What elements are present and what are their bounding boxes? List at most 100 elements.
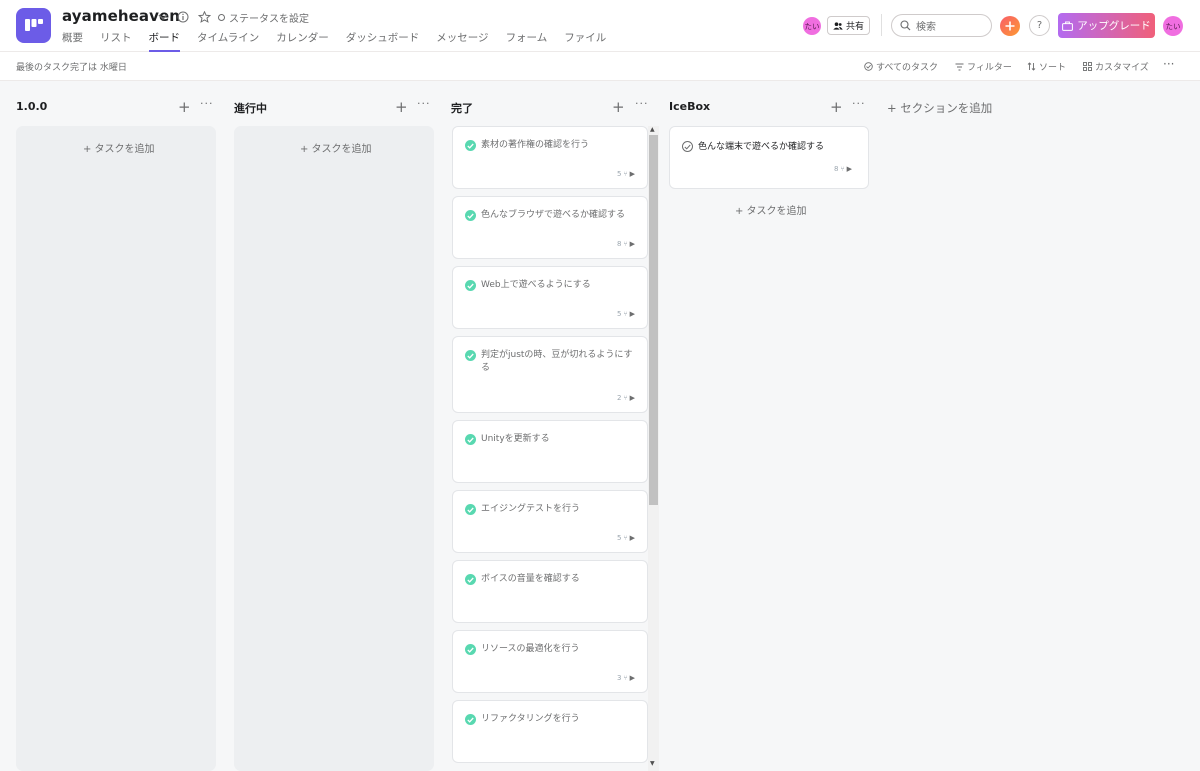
tab-board[interactable]: ボード	[148, 30, 180, 52]
completed-check-icon[interactable]	[465, 714, 476, 725]
tab-calendar[interactable]: カレンダー	[276, 30, 329, 51]
task-title: リソースの最適化を行う	[481, 644, 580, 654]
task-title: 色んな端末で遊べるか確認する	[698, 142, 825, 152]
user-avatar[interactable]: たい	[1163, 16, 1183, 36]
completed-check-icon[interactable]	[465, 280, 476, 291]
search-placeholder: 検索	[916, 22, 936, 33]
column-more-icon[interactable]: ···	[417, 97, 431, 110]
column-title-1-0-0[interactable]: 1.0.0	[16, 100, 47, 116]
subtask-count[interactable]: 5 ⑂ ▶	[617, 170, 635, 178]
customize-icon	[1083, 62, 1092, 71]
tab-forms[interactable]: フォーム	[506, 30, 548, 51]
filter-label: フィルター	[967, 63, 1012, 73]
project-logo-icon[interactable]	[16, 8, 51, 43]
sort-label: ソート	[1039, 63, 1067, 73]
column-add-task-icon[interactable]: +	[395, 98, 408, 116]
completed-check-icon[interactable]	[465, 350, 476, 361]
filter-button[interactable]: フィルター	[955, 60, 1012, 73]
task-card[interactable]: 色んな端末で遊べるか確認する 8 ⑂ ▶	[669, 126, 869, 189]
task-card[interactable]: Unityを更新する	[452, 420, 648, 483]
task-title: Web上で遊べるようにする	[481, 280, 591, 290]
task-title: 判定がjustの時、豆が切れるようにする	[481, 350, 633, 373]
column-more-icon[interactable]: ···	[200, 97, 214, 110]
completed-check-icon[interactable]	[465, 140, 476, 151]
tab-files[interactable]: ファイル	[564, 30, 606, 51]
subtask-count[interactable]: 8 ⑂ ▶	[834, 165, 852, 173]
customize-button[interactable]: カスタマイズ	[1083, 60, 1149, 73]
column-add-task-icon[interactable]: +	[178, 98, 191, 116]
quick-add-button[interactable]	[1000, 16, 1020, 36]
project-tabs: 概要 リスト ボード タイムライン カレンダー ダッシュボード メッセージ フォ…	[62, 30, 623, 52]
subtask-count[interactable]: 8 ⑂ ▶	[617, 240, 635, 248]
all-tasks-button[interactable]: すべてのタスク	[864, 60, 938, 73]
task-card[interactable]: リソースの最適化を行う 3 ⑂ ▶	[452, 630, 648, 693]
subtask-count-value: 3	[616, 674, 622, 682]
task-title: Unityを更新する	[481, 434, 550, 444]
task-card[interactable]: 色んなブラウザで遊べるか確認する 8 ⑂ ▶	[452, 196, 648, 259]
completed-check-icon[interactable]	[465, 644, 476, 655]
expand-triangle-icon: ▶	[846, 165, 852, 173]
subtask-count[interactable]: 2 ⑂ ▶	[617, 394, 635, 402]
search-input[interactable]: 検索	[891, 14, 992, 37]
column-body-in-progress: + タスクを追加	[234, 126, 434, 771]
tab-timeline[interactable]: タイムライン	[197, 30, 259, 51]
subtask-icon: ⑂	[840, 165, 845, 173]
info-icon[interactable]	[175, 9, 191, 25]
sort-button[interactable]: ソート	[1027, 60, 1066, 73]
completed-check-icon[interactable]	[465, 504, 476, 515]
subtask-icon: ⑂	[623, 394, 628, 402]
member-avatar[interactable]: たい	[803, 17, 821, 35]
task-card[interactable]: エイジングテストを行う 5 ⑂ ▶	[452, 490, 648, 553]
add-task-button[interactable]: + タスクを追加	[83, 140, 155, 155]
expand-triangle-icon: ▶	[629, 534, 635, 542]
subtask-count[interactable]: 3 ⑂ ▶	[617, 674, 635, 682]
last-completed-text: 最後のタスク完了は 水曜日	[16, 63, 127, 73]
expand-triangle-icon: ▶	[629, 240, 635, 248]
task-card[interactable]: 素材の著作権の確認を行う 5 ⑂ ▶	[452, 126, 648, 189]
column-title-icebox[interactable]: IceBox	[669, 100, 710, 116]
completed-check-icon[interactable]	[465, 210, 476, 221]
set-status-button[interactable]: ステータスを設定	[218, 10, 309, 25]
column-add-task-icon[interactable]: +	[612, 98, 625, 116]
scroll-down-arrow-icon[interactable]: ▼	[650, 760, 655, 767]
column-body-1-0-0: + タスクを追加	[16, 126, 216, 771]
header-divider	[881, 14, 882, 36]
task-card[interactable]: ボイスの音量を確認する	[452, 560, 648, 623]
task-title: ボイスの音量を確認する	[481, 574, 580, 584]
share-button[interactable]: 共有	[827, 16, 871, 35]
star-icon[interactable]	[196, 9, 212, 25]
subtask-count[interactable]: 5 ⑂ ▶	[617, 310, 635, 318]
task-card[interactable]: リファクタリングを行う	[452, 700, 648, 763]
task-card[interactable]: Web上で遊べるようにする 5 ⑂ ▶	[452, 266, 648, 329]
customize-label: カスタマイズ	[1095, 63, 1149, 73]
subtask-count-value: 8	[833, 165, 839, 173]
column-more-icon[interactable]: ···	[635, 97, 649, 110]
toolbar-more-button[interactable]: ···	[1163, 57, 1174, 71]
column-more-icon[interactable]: ···	[852, 97, 866, 110]
column-add-task-icon[interactable]: +	[830, 98, 843, 116]
add-section-button[interactable]: + セクションを追加	[887, 100, 992, 116]
chevron-down-icon[interactable]	[155, 9, 171, 25]
help-button[interactable]: ?	[1029, 15, 1050, 36]
completed-check-icon[interactable]	[465, 574, 476, 585]
column-title-done[interactable]: 完了	[451, 100, 473, 116]
scroll-up-arrow-icon[interactable]: ▲	[650, 126, 655, 133]
column-scrollbar-thumb[interactable]	[649, 135, 658, 505]
task-card[interactable]: 判定がjustの時、豆が切れるようにする 2 ⑂ ▶	[452, 336, 648, 413]
tab-overview[interactable]: 概要	[62, 30, 83, 51]
plus-icon	[1005, 21, 1015, 31]
upgrade-button[interactable]: アップグレード	[1058, 13, 1155, 38]
column-title-in-progress[interactable]: 進行中	[234, 100, 267, 116]
tab-dashboard[interactable]: ダッシュボード	[346, 30, 420, 51]
add-task-button[interactable]: + タスクを追加	[300, 140, 372, 155]
subtask-count[interactable]: 5 ⑂ ▶	[617, 534, 635, 542]
subtask-count-value: 5	[616, 534, 622, 542]
tab-list[interactable]: リスト	[100, 30, 132, 51]
subtask-icon: ⑂	[623, 170, 628, 178]
incomplete-check-icon[interactable]	[682, 141, 693, 152]
add-task-button[interactable]: + タスクを追加	[735, 202, 807, 217]
all-tasks-label: すべてのタスク	[876, 63, 939, 73]
completed-check-icon[interactable]	[465, 434, 476, 445]
project-header: ayameheaven ステータスを設定 概要 リスト ボード タイムライン カ…	[0, 0, 1200, 52]
tab-messages[interactable]: メッセージ	[436, 30, 488, 51]
